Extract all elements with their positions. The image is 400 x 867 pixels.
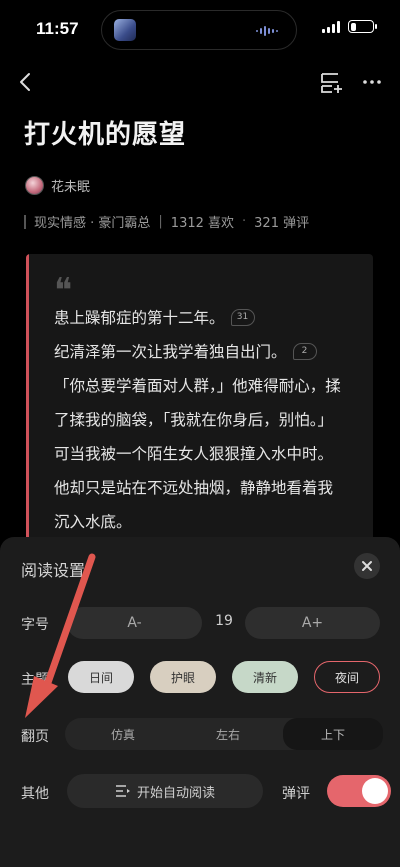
battery-level (350, 22, 356, 31)
comment-count-badge[interactable]: 31 (230, 308, 255, 326)
audio-wave-icon (256, 26, 278, 36)
author-avatar[interactable] (25, 176, 44, 195)
excerpt-line: 沉入水底。 (54, 504, 366, 538)
excerpt-line-text: 纪清泽第一次让我学着独自出门。 (54, 343, 287, 361)
font-increase-button[interactable]: A+ (245, 607, 380, 639)
dynamic-island[interactable] (101, 10, 297, 50)
article-title: 打火机的愿望 (24, 120, 187, 150)
excerpt-accent-bar (26, 254, 29, 554)
danmaku-toggle[interactable] (327, 775, 391, 807)
font-size-value: 19 (215, 613, 233, 629)
theme-option-label: 夜间 (334, 670, 359, 685)
meta-separator: | (158, 214, 163, 229)
auto-read-icon (115, 785, 130, 797)
excerpt-card: ❝ 患上躁郁症的第十二年。 31 纪清泽第一次让我学着独自出门。 2 「你总要学着面对人… (26, 254, 373, 554)
status-indicators (322, 20, 377, 33)
excerpt-text: 患上躁郁症的第十二年。 31 纪清泽第一次让我学着独自出门。 2 「你总要学着面对人群，… (54, 300, 366, 554)
cellular-signal-icon (322, 20, 340, 33)
page-turn-option[interactable]: 仿真 (73, 718, 173, 750)
font-increase-label: A+ (301, 615, 324, 631)
status-time: 11:57 (36, 19, 79, 38)
theme-option[interactable]: 护眼 (150, 661, 216, 693)
more-icon[interactable] (360, 70, 384, 94)
page-turn-option[interactable]: 上下 (283, 718, 383, 750)
excerpt-line-text: 他却只是站在不远处抽烟，静静地看着我 (54, 479, 334, 497)
other-label: 其他 (21, 786, 49, 802)
danmaku-label: 弹评 (282, 786, 310, 802)
theme-option[interactable]: 清新 (232, 661, 298, 693)
excerpt-line-text: 患上躁郁症的第十二年。 (54, 309, 225, 327)
comment-count-badge[interactable]: 2 (292, 342, 317, 360)
theme-option[interactable]: 日间 (68, 661, 134, 693)
auto-read-button[interactable]: 开始自动阅读 (67, 774, 263, 808)
add-to-shelf-icon[interactable] (318, 70, 344, 96)
excerpt-line-text: 可当我被一个陌生女人狠狠撞入水中时。 (54, 445, 334, 463)
article-tags: 现实情感 · 豪门霸总 (34, 216, 151, 231)
page-turn-selector: 仿真 左右 上下 (65, 718, 383, 750)
theme-option-label: 日间 (88, 670, 113, 685)
likes-count: 1312 喜欢 (170, 216, 235, 231)
font-decrease-label: A- (127, 615, 142, 631)
comments-count: 321 弹评 (254, 216, 310, 231)
theme-option-label: 清新 (252, 670, 277, 685)
meta-separator: · (242, 214, 247, 229)
excerpt-line: 可当我被一个陌生女人狠狠撞入水中时。 (54, 436, 366, 470)
now-playing-artwork (114, 19, 136, 41)
close-icon (362, 561, 372, 571)
back-chevron-icon[interactable] (14, 70, 38, 94)
toggle-knob (362, 778, 388, 804)
excerpt-line: 纪清泽第一次让我学着独自出门。 2 (54, 334, 366, 368)
author-row[interactable]: 花未眠 (25, 176, 90, 195)
font-size-label: 字号 (21, 617, 49, 633)
theme-option[interactable]: 夜间 (314, 661, 380, 693)
meta-divider (24, 214, 26, 229)
excerpt-line: 患上躁郁症的第十二年。 31 (54, 300, 366, 334)
theme-label: 主题 (21, 672, 49, 688)
excerpt-line-text: 沉入水底。 (54, 513, 132, 531)
status-bar: 11:57 (0, 0, 400, 58)
excerpt-line: 他却只是站在不远处抽烟，静静地看着我 (54, 470, 366, 504)
close-button[interactable] (354, 553, 380, 579)
page-turn-option[interactable]: 左右 (178, 718, 278, 750)
font-decrease-button[interactable]: A- (67, 607, 202, 639)
theme-option-label: 护眼 (170, 670, 195, 685)
excerpt-line: 了揉我的脑袋，「我就在你身后，别怕。」 (54, 402, 366, 436)
auto-read-label: 开始自动阅读 (136, 785, 215, 801)
excerpt-line-text: 了揉我的脑袋，「我就在你身后，别怕。」 (54, 411, 334, 429)
page-turn-label: 翻页 (21, 729, 49, 745)
article-meta: 现实情感 · 豪门霸总 | 1312 喜欢 · 321 弹评 (24, 212, 309, 231)
reading-settings-sheet: 阅读设置 (0, 537, 400, 867)
excerpt-line: 「你总要学着面对人群，」他难得耐心，揉 (54, 368, 366, 402)
author-name[interactable]: 花未眠 (51, 176, 90, 195)
sheet-title: 阅读设置 (21, 561, 86, 580)
battery-icon (348, 20, 377, 33)
excerpt-line-text: 「你总要学着面对人群，」他难得耐心，揉 (54, 377, 341, 395)
